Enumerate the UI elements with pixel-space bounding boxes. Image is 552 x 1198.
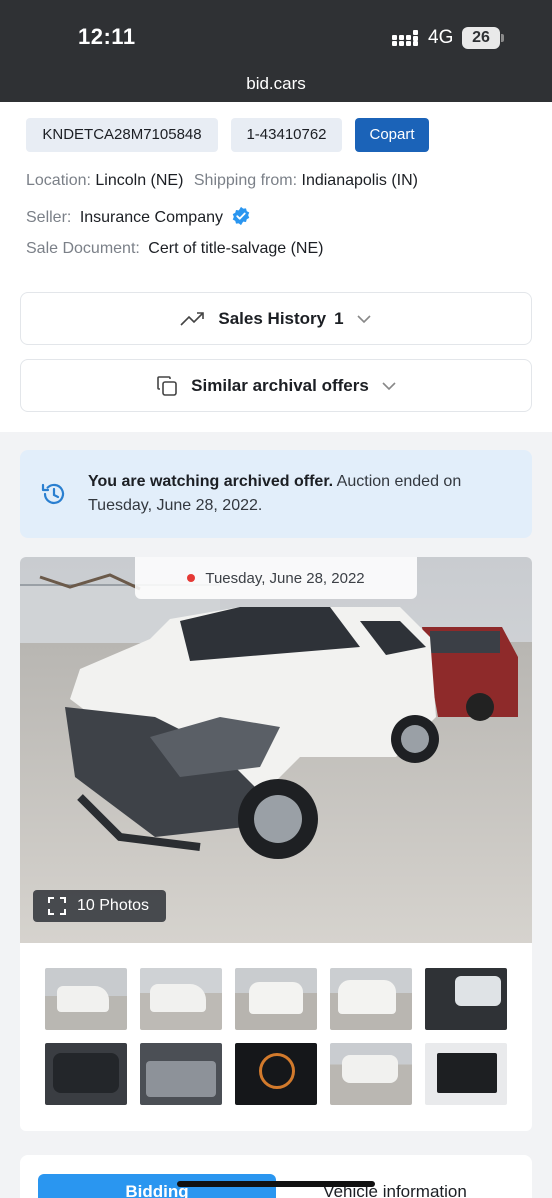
auction-badge[interactable]: Copart — [355, 118, 429, 152]
live-dot-icon — [187, 574, 196, 582]
copy-icon — [157, 375, 177, 396]
trending-up-icon — [180, 311, 205, 326]
shipping-value: Indianapolis (IN) — [301, 172, 419, 189]
archived-notice-text: You are watching archived offer. Auction… — [88, 470, 518, 518]
sale-document-label: Sale Document: — [26, 240, 140, 257]
shipping-label: Shipping from: — [193, 172, 298, 189]
verified-badge-icon — [233, 206, 250, 226]
photo-date-label: Tuesday, June 28, 2022 — [135, 557, 417, 599]
thumbnail-9[interactable] — [330, 1043, 412, 1105]
photo-gallery: Tuesday, June 28, 2022 10 Photos — [20, 557, 532, 1131]
vin-chip[interactable]: KNDETCA28M7105848 — [26, 118, 218, 152]
thumbnail-3[interactable] — [235, 968, 317, 1030]
home-indicator[interactable] — [177, 1181, 375, 1187]
photo-date-text: Tuesday, June 28, 2022 — [205, 569, 365, 587]
sales-history-count: 1 — [334, 308, 344, 328]
address-bar[interactable]: bid.cars — [0, 74, 552, 94]
thumbnail-6[interactable] — [45, 1043, 127, 1105]
thumbnail-7[interactable] — [140, 1043, 222, 1105]
similar-offers-accordion[interactable]: Similar archival offers — [20, 359, 532, 412]
thumbnail-10[interactable] — [425, 1043, 507, 1105]
thumbnail-5[interactable] — [425, 968, 507, 1030]
thumbnail-2[interactable] — [140, 968, 222, 1030]
lot-info-card: KNDETCA28M7105848 1-43410762 Copart Loca… — [0, 102, 552, 432]
thumbnail-8[interactable] — [235, 1043, 317, 1105]
location-label: Location: — [26, 172, 91, 189]
detail-tabs: Bidding Vehicle information — [20, 1155, 532, 1198]
battery-icon: 26 — [462, 27, 504, 49]
sale-document-row: Sale Document: Cert of title-salvage (NE… — [26, 240, 323, 258]
chevron-down-icon — [357, 314, 371, 323]
sale-document-value: Cert of title-salvage (NE) — [148, 240, 324, 257]
archived-notice: You are watching archived offer. Auction… — [20, 450, 532, 538]
similar-offers-label: Similar archival offers — [191, 375, 369, 395]
thumbnail-1[interactable] — [45, 968, 127, 1030]
status-bar: 12:11 4G 26 bid.cars — [0, 0, 552, 102]
lot-number-chip[interactable]: 1-43410762 — [231, 118, 342, 152]
location-row: Location: Lincoln (NE) Shipping from: In… — [26, 172, 418, 190]
archived-notice-bold: You are watching archived offer. — [88, 473, 334, 490]
clock: 12:11 — [78, 24, 136, 49]
location-value: Lincoln (NE) — [95, 172, 184, 189]
photos-count-label: 10 Photos — [77, 897, 150, 914]
thumbnail-4[interactable] — [330, 968, 412, 1030]
photos-count-button[interactable]: 10 Photos — [33, 890, 166, 922]
chevron-down-icon — [382, 381, 396, 390]
sales-history-label: Sales History — [218, 308, 327, 328]
history-icon — [41, 483, 65, 504]
main-photo[interactable] — [20, 557, 532, 943]
fullscreen-icon — [48, 897, 66, 915]
sales-history-accordion[interactable]: Sales History 1 — [20, 292, 532, 345]
seller-value: Insurance Company — [79, 209, 223, 226]
signal-icon — [392, 30, 418, 46]
seller-label: Seller: — [26, 209, 72, 226]
seller-row: Seller: Insurance Company — [26, 206, 251, 227]
network-type: 4G — [428, 27, 454, 48]
